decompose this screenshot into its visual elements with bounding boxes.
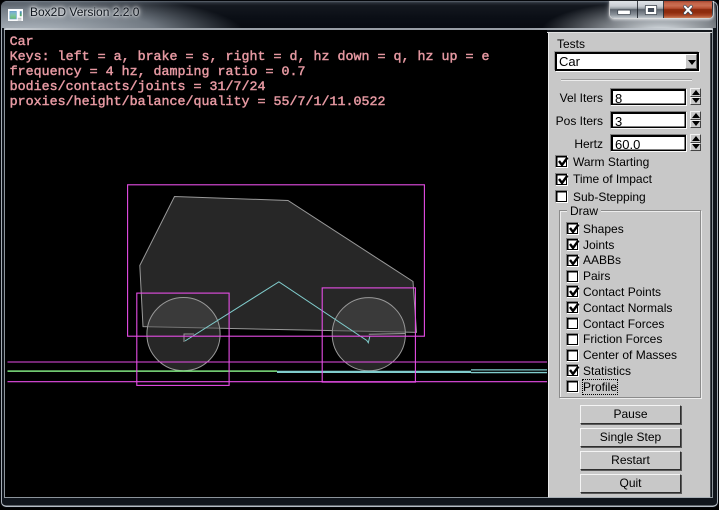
svg-text:Car: Car [10, 35, 34, 50]
svg-text:frequency = 4 hz, damping rati: frequency = 4 hz, damping ratio = 0.7 [10, 65, 306, 80]
svg-text:bodies/contacts/joints = 31/7/: bodies/contacts/joints = 31/7/24 [10, 80, 266, 95]
svg-text:Keys: left = a, brake = s, rig: Keys: left = a, brake = s, right = d, hz… [10, 50, 490, 65]
svg-text:proxies/height/balance/quality: proxies/height/balance/quality = 55/7/1/… [10, 95, 386, 110]
